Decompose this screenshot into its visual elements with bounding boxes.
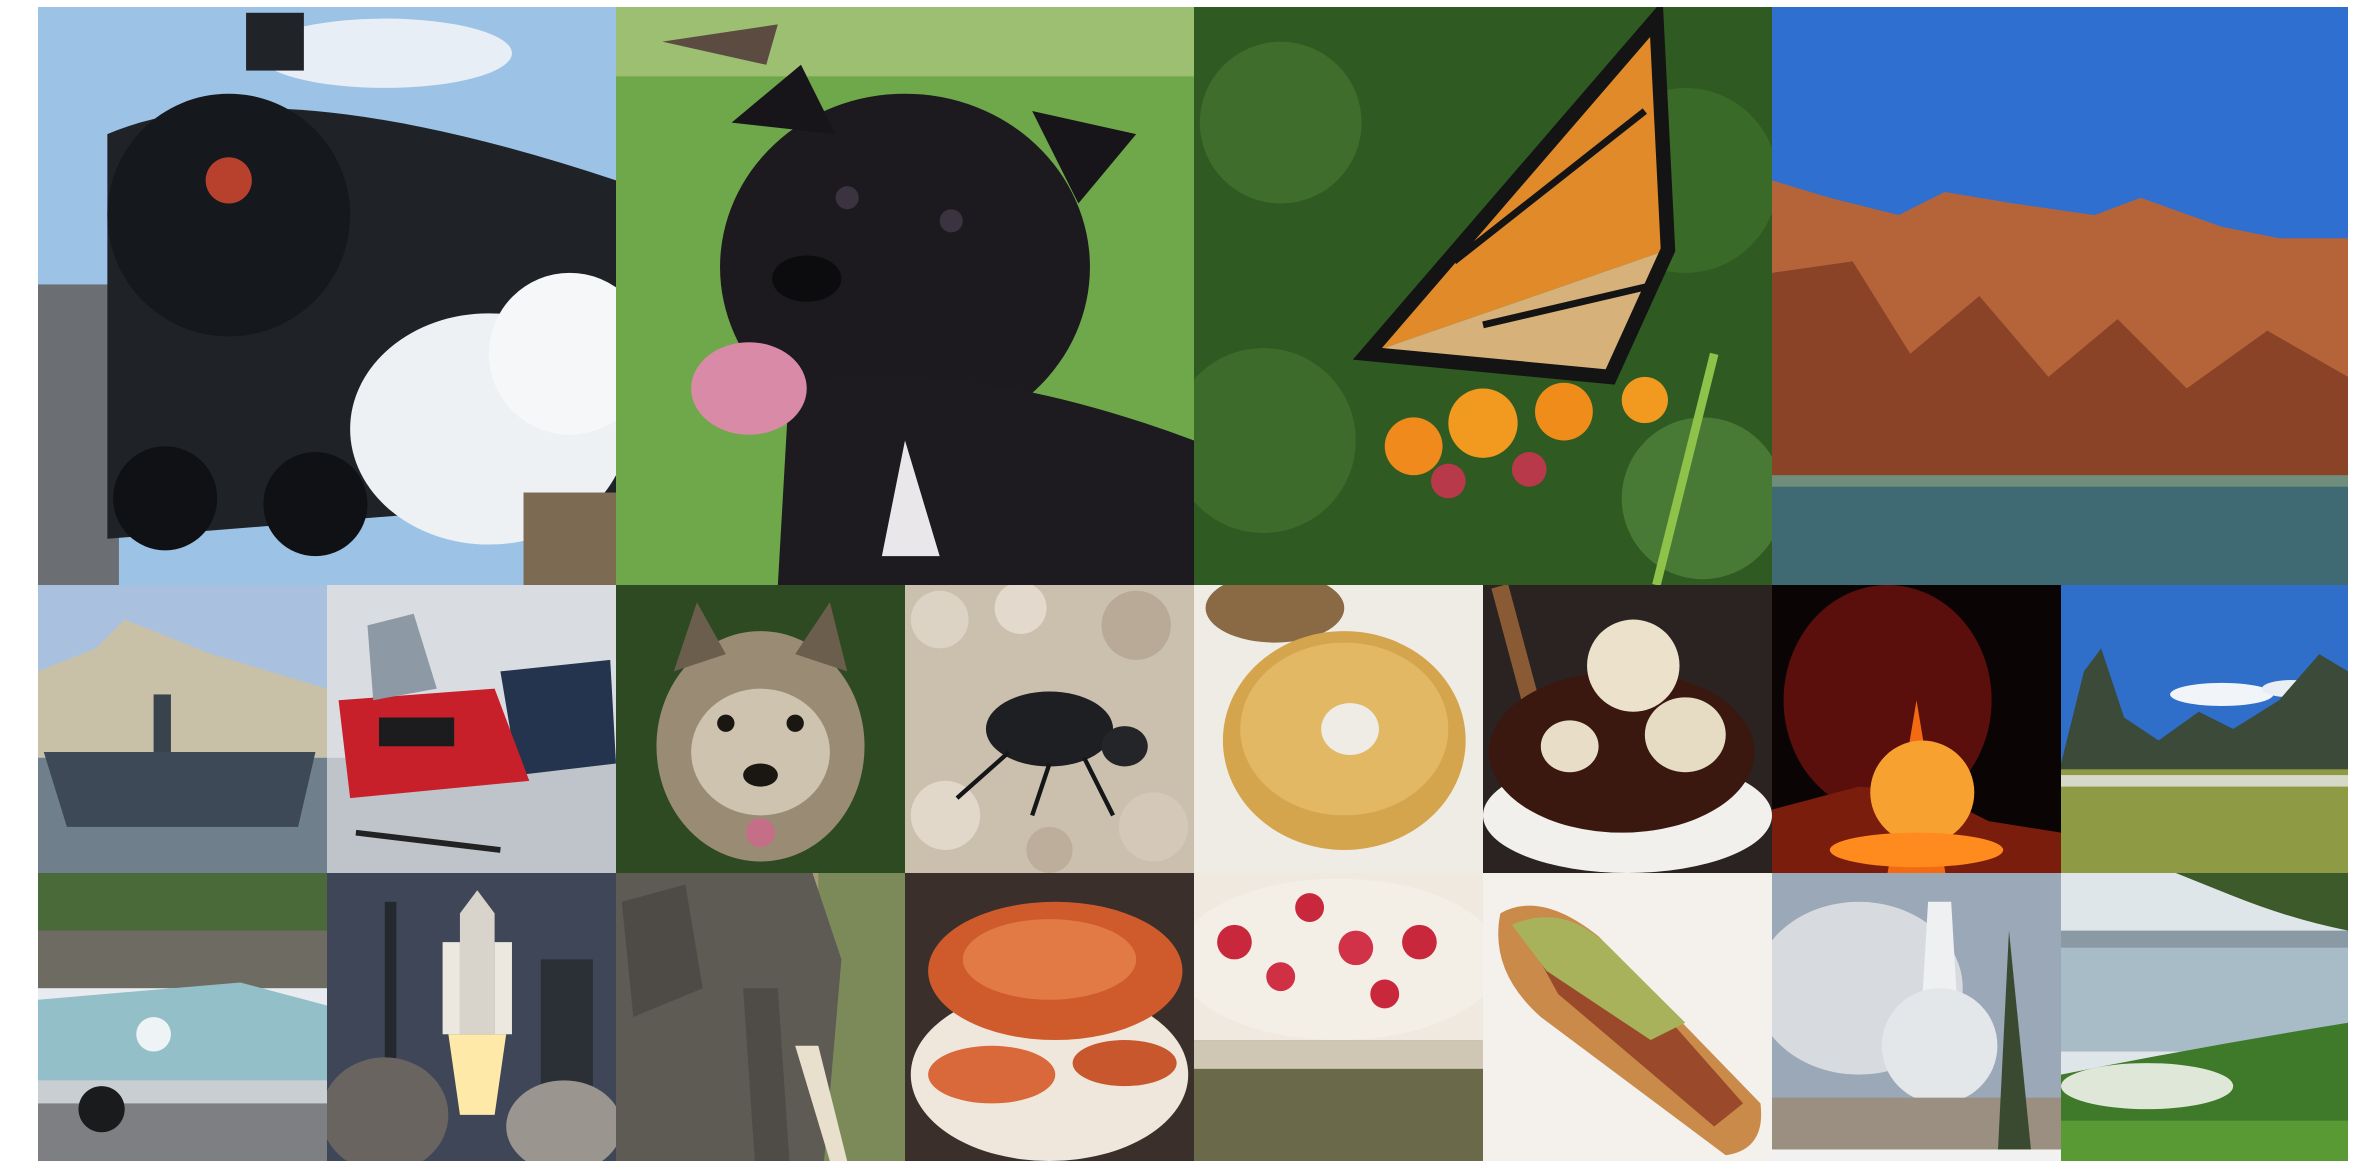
bagel-image [1194,585,1483,873]
tile-space-shuttle [327,873,616,1161]
tile-steam-locomotive [38,7,616,585]
cliffs-image [1772,7,2348,585]
geyser-image [1772,873,2061,1161]
aircraft-carrier-image [38,585,327,873]
lakeside-image [2061,873,2348,1161]
crab-image [905,873,1194,1161]
tile-geyser [1772,873,2061,1161]
elephant-image [616,873,905,1161]
image-mosaic [38,7,2348,1161]
tile-red-cliffs [1772,7,2348,585]
tile-strawberry-trifle [1194,873,1483,1161]
locomotive-image [38,7,616,585]
tile-elephant [616,873,905,1161]
tile-volcano [1772,585,2061,873]
black-dog-image [616,7,1194,585]
tile-aircraft-carrier [38,585,327,873]
beetle-image [905,585,1194,873]
tile-hot-dog [1483,873,1772,1161]
volcano-image [1772,585,2061,873]
tile-ground-beetle [905,585,1194,873]
hot-dog-image [1483,873,1772,1161]
tile-lakeside-garden [2061,873,2348,1161]
tile-ice-cream-sundae [1483,585,1772,873]
tile-monarch-butterfly [1194,7,1772,585]
mountain-valley-image [2061,585,2348,873]
sundae-image [1483,585,1772,873]
tile-bagel [1194,585,1483,873]
tile-crab [905,873,1194,1161]
butterfly-image [1194,7,1772,585]
tile-black-dog [616,7,1194,585]
snowmobile-image [327,585,616,873]
trifle-image [1194,873,1483,1161]
tile-mountain-valley [2061,585,2348,873]
space-shuttle-image [327,873,616,1161]
tile-cairn-terrier [616,585,905,873]
tile-snowmobiles [327,585,616,873]
vintage-car-image [38,873,327,1161]
terrier-image [616,585,905,873]
tile-vintage-car [38,873,327,1161]
